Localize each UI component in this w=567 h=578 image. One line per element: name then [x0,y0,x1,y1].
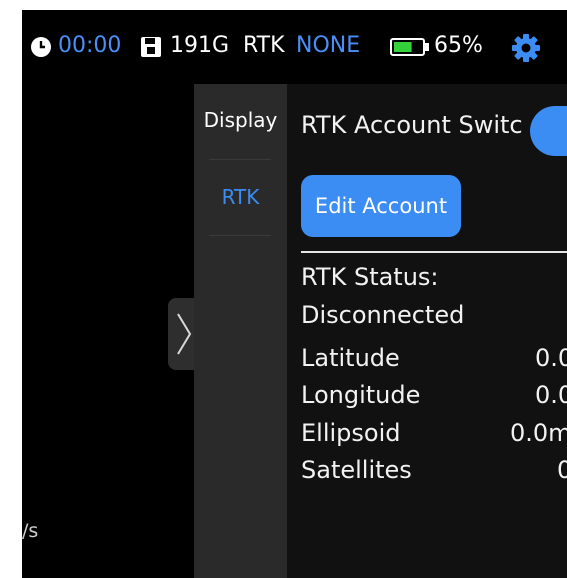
tab-rtk[interactable]: RTK [194,185,287,215]
storage-remaining: 191G [170,33,230,58]
longitude-label: Longitude [301,381,421,409]
rtk-label: RTK [243,33,285,58]
tab-rtk-label: RTK [221,185,260,209]
section-divider [301,251,567,253]
rtk-account-switch-label: RTK Account Switc [301,111,523,139]
clock-icon [31,37,51,57]
tab-divider [209,159,271,160]
tab-divider [209,235,271,236]
ellipsoid-value: 0.0m [510,419,567,447]
rtk-settings-panel: RTK Account Switc Edit Account RTK Statu… [287,84,567,578]
status-bar: 00:00 191G RTK NONE 65% [22,10,567,80]
edit-account-button[interactable]: Edit Account [301,175,461,237]
speed-unit-fragment: /s [22,520,39,542]
tab-display[interactable]: Display [194,108,287,138]
latitude-label: Latitude [301,344,400,372]
satellites-value: 0 [557,456,567,484]
sd-card-icon [141,37,161,57]
ellipsoid-label: Ellipsoid [301,419,401,447]
latitude-value: 0.0 [535,344,567,372]
rtk-account-toggle[interactable] [530,106,567,156]
gear-icon[interactable] [510,32,542,64]
rtk-status-value: Disconnected [301,301,465,329]
rtk-status-value: NONE [296,33,361,58]
settings-tab-bar: Display RTK [194,84,287,578]
tab-display-label: Display [203,108,278,132]
recording-time: 00:00 [58,33,122,58]
longitude-value: 0.0 [535,381,567,409]
rtk-status-label: RTK Status: [301,263,439,291]
battery-percent: 65% [434,33,483,58]
satellites-label: Satellites [301,456,412,484]
camera-screen: 00:00 191G RTK NONE 65% /s Display RTK R… [22,10,567,578]
battery-icon [390,38,429,56]
